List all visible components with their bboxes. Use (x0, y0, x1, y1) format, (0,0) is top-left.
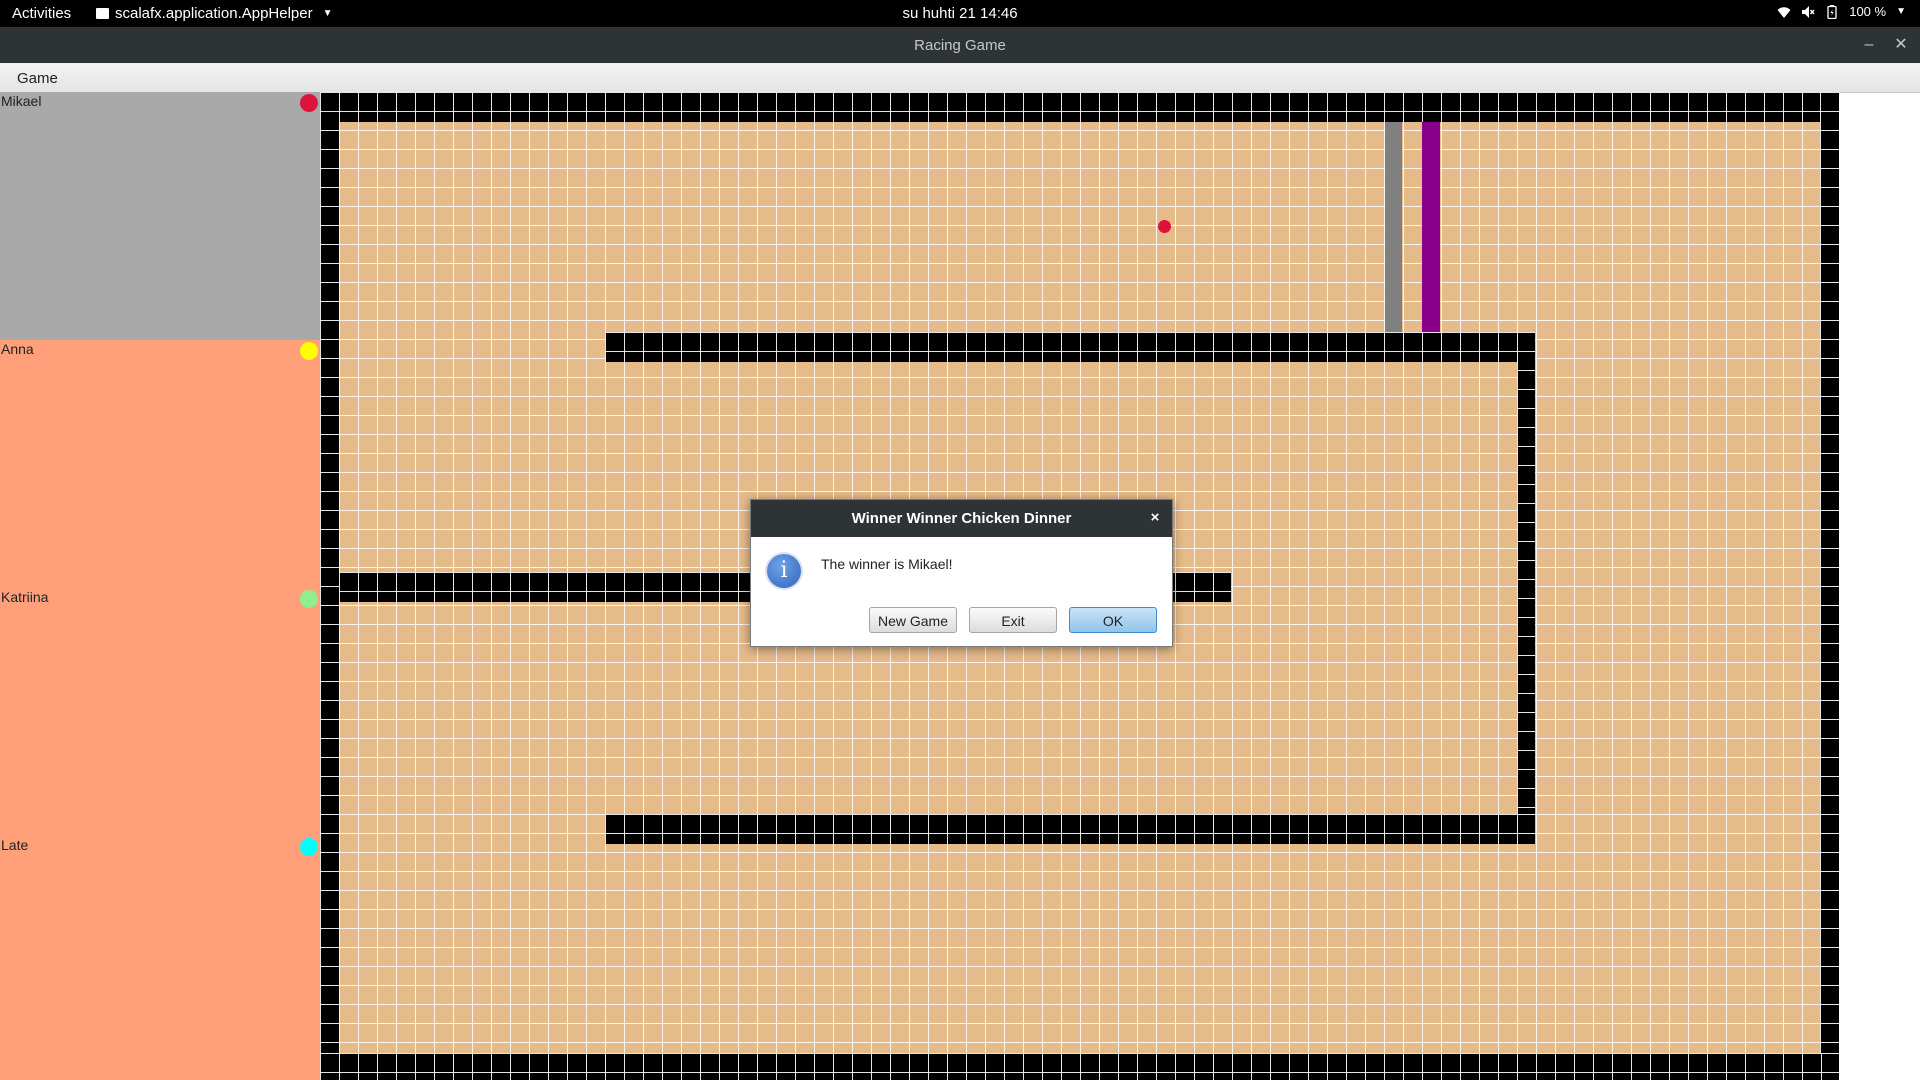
player-name: Katriina (1, 589, 49, 605)
start-line (1422, 122, 1440, 332)
track-wall-top (320, 92, 1839, 122)
minimize-button[interactable]: – (1857, 33, 1881, 57)
track-wall-bottom (320, 1053, 1839, 1080)
track-wall-right (1820, 92, 1839, 1080)
player-color-dot (300, 838, 318, 856)
dialog-message: The winner is Mikael! (821, 556, 953, 572)
track-wall-inner-top (605, 332, 1535, 362)
window-title-bar[interactable]: Racing Game – ✕ (0, 27, 1920, 63)
player-row: Katriina (0, 588, 320, 836)
track-wall-left (320, 92, 339, 1080)
activities-button[interactable]: Activities (12, 5, 71, 22)
dialog-title: Winner Winner Chicken Dinner (851, 510, 1072, 527)
battery-percentage: 100 % (1849, 4, 1887, 19)
player-name: Anna (1, 341, 34, 357)
track-wall-inner-right (1517, 332, 1535, 844)
app-window-icon (96, 8, 109, 19)
app-menu-label: scalafx.application.AppHelper (115, 5, 313, 22)
chevron-down-icon: ▼ (322, 8, 333, 19)
track-wall-inner-bottom (605, 814, 1535, 844)
speaker-muted-icon (1802, 5, 1815, 18)
player-row: Mikael (0, 92, 320, 340)
menu-game[interactable]: Game (17, 70, 58, 87)
window-title: Racing Game (914, 37, 1006, 54)
app-menu[interactable]: scalafx.application.AppHelper ▼ (96, 5, 333, 22)
chevron-down-icon: ▼ (1896, 6, 1906, 17)
gnome-top-bar: Activities scalafx.application.AppHelper… (0, 0, 1920, 27)
menu-bar: Game (0, 63, 1920, 93)
battery-icon (1827, 4, 1837, 19)
dialog-title-bar[interactable]: Winner Winner Chicken Dinner × (751, 500, 1172, 537)
finish-line (1385, 122, 1402, 332)
player-color-dot (300, 94, 318, 112)
player-name: Mikael (1, 93, 42, 109)
window-close-button[interactable]: ✕ (1889, 33, 1913, 57)
player-color-dot (300, 342, 318, 360)
winner-dialog: Winner Winner Chicken Dinner × i The win… (750, 499, 1173, 647)
system-status-area[interactable]: 100 % ▼ (1777, 4, 1906, 19)
player-row: Anna (0, 340, 320, 588)
info-icon: i (767, 554, 801, 588)
wifi-icon (1777, 6, 1791, 18)
player-name: Late (1, 837, 29, 853)
dialog-close-icon[interactable]: × (1146, 509, 1164, 527)
player-row: Late (0, 836, 320, 1080)
player-color-dot (300, 590, 318, 608)
exit-button[interactable]: Exit (969, 607, 1057, 633)
ok-button[interactable]: OK (1069, 607, 1157, 633)
player-car-mikael (1158, 220, 1171, 233)
clock[interactable]: su huhti 21 14:46 (902, 5, 1017, 22)
new-game-button[interactable]: New Game (869, 607, 957, 633)
